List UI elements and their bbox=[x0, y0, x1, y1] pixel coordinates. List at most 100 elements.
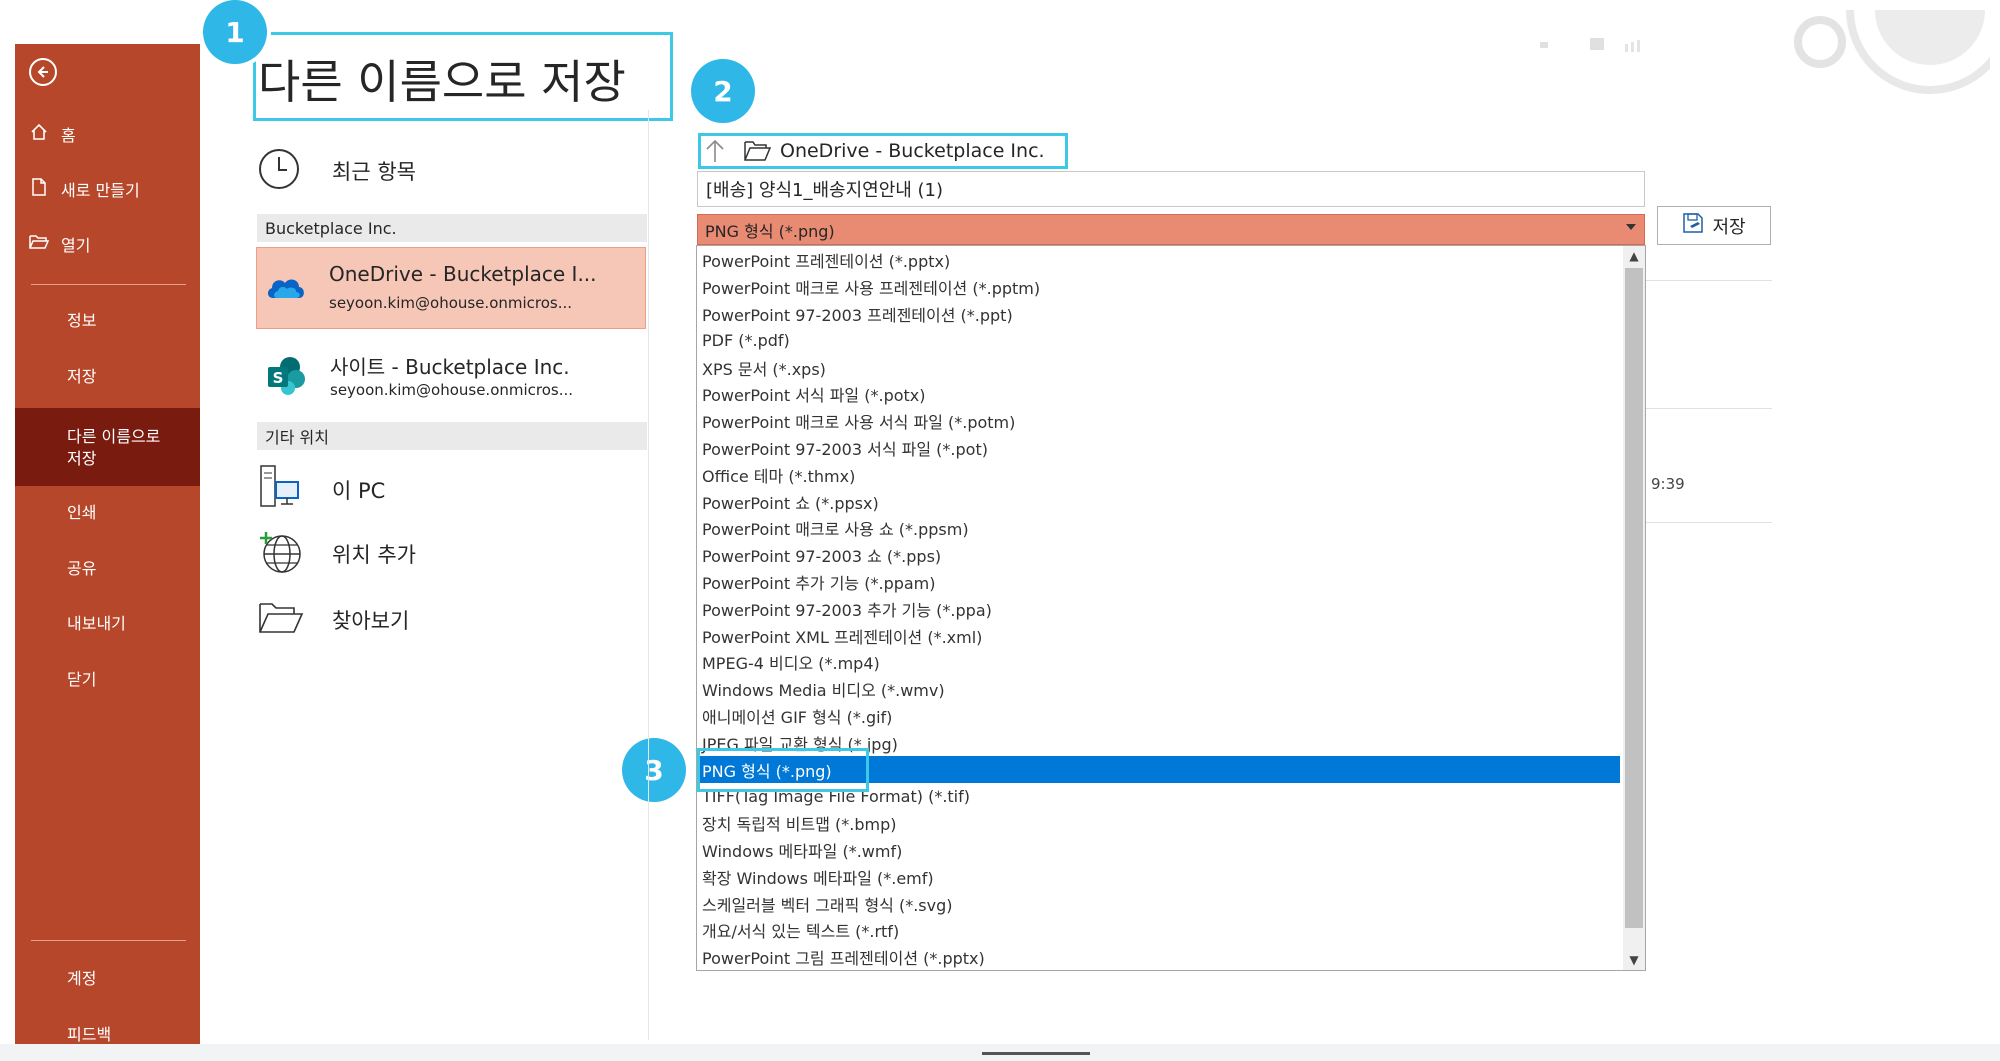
scrollbar-thumb[interactable] bbox=[1625, 268, 1643, 928]
account-email: seyoon.kim@ohouse.onmicros... bbox=[329, 294, 573, 312]
sidebar-item-print[interactable]: 인쇄 bbox=[15, 502, 200, 530]
file-type-option[interactable]: 개요/서식 있는 텍스트 (*.rtf) bbox=[700, 917, 1620, 944]
sharepoint-icon: S bbox=[266, 355, 308, 401]
divider bbox=[1646, 408, 1772, 409]
globe-add-icon bbox=[258, 530, 314, 578]
file-type-option[interactable]: PowerPoint 매크로 사용 쇼 (*.ppsm) bbox=[700, 515, 1620, 542]
location-browse[interactable]: 찾아보기 bbox=[258, 600, 409, 640]
file-type-option[interactable]: PowerPoint XML 프레젠테이션 (*.xml) bbox=[700, 622, 1620, 649]
page-title: 다른 이름으로 저장 bbox=[258, 55, 626, 109]
new-document-icon bbox=[29, 177, 49, 201]
sidebar-item-label: 홈 bbox=[61, 126, 76, 145]
sidebar-item-save[interactable]: 저장 bbox=[15, 366, 200, 394]
file-type-option[interactable]: 장치 독립적 비트맵 (*.bmp) bbox=[700, 810, 1620, 837]
section-header-org: Bucketplace Inc. bbox=[257, 214, 647, 242]
filename-input[interactable]: [배송] 양식1_배송지연안내 (1) bbox=[697, 171, 1645, 207]
location-recent[interactable]: 최근 항목 bbox=[258, 148, 416, 194]
section-header-other: 기타 위치 bbox=[257, 422, 647, 450]
current-path-breadcrumb[interactable]: OneDrive - Bucketplace Inc. bbox=[780, 140, 1045, 162]
png-highlight-box bbox=[697, 748, 869, 792]
file-type-option[interactable]: MPEG-4 비디오 (*.mp4) bbox=[700, 649, 1620, 676]
location-label: 이 PC bbox=[332, 479, 386, 503]
sidebar-item-close[interactable]: 닫기 bbox=[15, 669, 200, 697]
sidebar-item-export[interactable]: 내보내기 bbox=[15, 613, 200, 641]
file-type-option[interactable]: PowerPoint 매크로 사용 서식 파일 (*.potm) bbox=[700, 408, 1620, 435]
scroll-up-icon[interactable]: ▲ bbox=[1623, 246, 1645, 266]
file-type-option[interactable]: Office 테마 (*.thmx) bbox=[700, 461, 1620, 488]
sidebar-item-label: 다른 이름으로 저장 bbox=[67, 427, 161, 468]
file-type-option[interactable]: PowerPoint 서식 파일 (*.potx) bbox=[700, 381, 1620, 408]
up-arrow-icon[interactable] bbox=[704, 138, 726, 168]
file-modified-time: 9:39 bbox=[1651, 475, 1685, 493]
file-type-option[interactable]: PowerPoint 매크로 사용 프레젠테이션 (*.pptm) bbox=[700, 274, 1620, 301]
clock-icon bbox=[258, 148, 314, 194]
sidebar-item-open[interactable]: 열기 bbox=[15, 224, 200, 264]
file-type-option[interactable]: PowerPoint 그림 프레젠테이션 (*.pptx) bbox=[700, 944, 1620, 970]
file-type-option[interactable]: XPS 문서 (*.xps) bbox=[700, 354, 1620, 381]
sidebar-item-label: 정보 bbox=[67, 311, 97, 330]
sidebar-item-label: 새로 만들기 bbox=[61, 181, 140, 200]
file-type-option[interactable]: Windows 메타파일 (*.wmf) bbox=[700, 837, 1620, 864]
divider bbox=[1646, 522, 1772, 523]
folder-open-icon bbox=[744, 140, 772, 166]
save-icon bbox=[1682, 212, 1704, 239]
sidebar-item-account[interactable]: 계정 bbox=[15, 968, 200, 996]
file-type-option[interactable]: 스케일러블 벡터 그래픽 형식 (*.svg) bbox=[700, 890, 1620, 917]
file-type-select[interactable]: PNG 형식 (*.png) bbox=[697, 214, 1645, 245]
file-type-option[interactable]: PDF (*.pdf) bbox=[700, 327, 1620, 354]
onedrive-cloud-icon bbox=[265, 272, 307, 306]
window-handle[interactable] bbox=[982, 1052, 1090, 1055]
file-type-option[interactable]: PowerPoint 97-2003 프레젠테이션 (*.ppt) bbox=[700, 301, 1620, 328]
file-type-option[interactable]: 애니메이션 GIF 형식 (*.gif) bbox=[700, 703, 1620, 730]
sidebar-item-info[interactable]: 정보 bbox=[15, 310, 200, 338]
sidebar-item-label: 열기 bbox=[61, 236, 91, 255]
file-type-option[interactable]: PowerPoint 프레젠테이션 (*.pptx) bbox=[700, 247, 1620, 274]
back-arrow-icon[interactable] bbox=[29, 58, 57, 86]
filename-value: [배송] 양식1_배송지연안내 (1) bbox=[706, 180, 944, 201]
account-name: 사이트 - Bucketplace Inc. bbox=[330, 355, 570, 379]
computer-icon bbox=[258, 464, 314, 516]
file-type-option[interactable]: PowerPoint 97-2003 서식 파일 (*.pot) bbox=[700, 435, 1620, 462]
sidebar-item-home[interactable]: 홈 bbox=[15, 114, 200, 154]
dropdown-arrow-icon bbox=[1626, 224, 1636, 230]
location-this-pc[interactable]: 이 PC bbox=[258, 464, 385, 516]
backstage-sidebar: 홈 새로 만들기 열기 정보 저장 다른 이름으로 저장 인쇄 공유 내보내기 … bbox=[15, 44, 200, 1044]
scroll-down-icon[interactable]: ▼ bbox=[1623, 950, 1645, 970]
dropdown-scrollbar[interactable]: ▲ ▼ bbox=[1623, 246, 1645, 970]
callout-badge-1: 1 bbox=[203, 0, 267, 64]
file-type-option[interactable]: 확장 Windows 메타파일 (*.emf) bbox=[700, 863, 1620, 890]
location-label: 위치 추가 bbox=[332, 543, 416, 567]
background-circle bbox=[1790, 0, 2000, 95]
file-type-option[interactable]: PowerPoint 쇼 (*.ppsx) bbox=[700, 488, 1620, 515]
file-type-option[interactable]: Windows Media 비디오 (*.wmv) bbox=[700, 676, 1620, 703]
sidebar-item-share[interactable]: 공유 bbox=[15, 558, 200, 586]
file-type-option[interactable]: PowerPoint 추가 기능 (*.ppam) bbox=[700, 569, 1620, 596]
sidebar-item-label: 인쇄 bbox=[67, 503, 97, 522]
account-email: seyoon.kim@ohouse.onmicros... bbox=[330, 381, 574, 399]
folder-icon bbox=[258, 600, 314, 640]
svg-text:S: S bbox=[273, 369, 284, 387]
location-onedrive[interactable]: OneDrive - Bucketplace I... seyoon.kim@o… bbox=[256, 247, 646, 329]
callout-badge-2: 2 bbox=[691, 59, 755, 123]
sidebar-item-label: 공유 bbox=[67, 559, 97, 578]
location-sharepoint-site[interactable]: S 사이트 - Bucketplace Inc. seyoon.kim@ohou… bbox=[256, 347, 646, 407]
save-button[interactable]: 저장 bbox=[1657, 206, 1771, 245]
file-type-option[interactable]: PowerPoint 97-2003 쇼 (*.pps) bbox=[700, 542, 1620, 569]
sidebar-item-label: 계정 bbox=[67, 969, 97, 988]
divider bbox=[1646, 280, 1772, 281]
file-type-dropdown-list[interactable]: PowerPoint 프레젠테이션 (*.pptx) PowerPoint 매크로… bbox=[696, 245, 1646, 971]
home-icon bbox=[29, 123, 49, 146]
location-add-place[interactable]: 위치 추가 bbox=[258, 530, 416, 578]
sidebar-item-save-as[interactable]: 다른 이름으로 저장 bbox=[15, 408, 200, 486]
sidebar-item-label: 피드백 bbox=[67, 1025, 112, 1044]
file-type-option[interactable]: PowerPoint 97-2003 추가 기능 (*.ppa) bbox=[700, 595, 1620, 622]
sidebar-item-label: 저장 bbox=[67, 367, 97, 386]
location-label: 찾아보기 bbox=[332, 609, 410, 633]
column-divider bbox=[648, 110, 649, 1040]
sidebar-item-new[interactable]: 새로 만들기 bbox=[15, 169, 200, 209]
sidebar-item-label: 닫기 bbox=[67, 670, 97, 689]
background-decoration bbox=[1530, 20, 1670, 60]
open-folder-icon bbox=[29, 233, 50, 255]
sidebar-divider bbox=[31, 284, 186, 285]
location-label: 최근 항목 bbox=[332, 160, 416, 184]
